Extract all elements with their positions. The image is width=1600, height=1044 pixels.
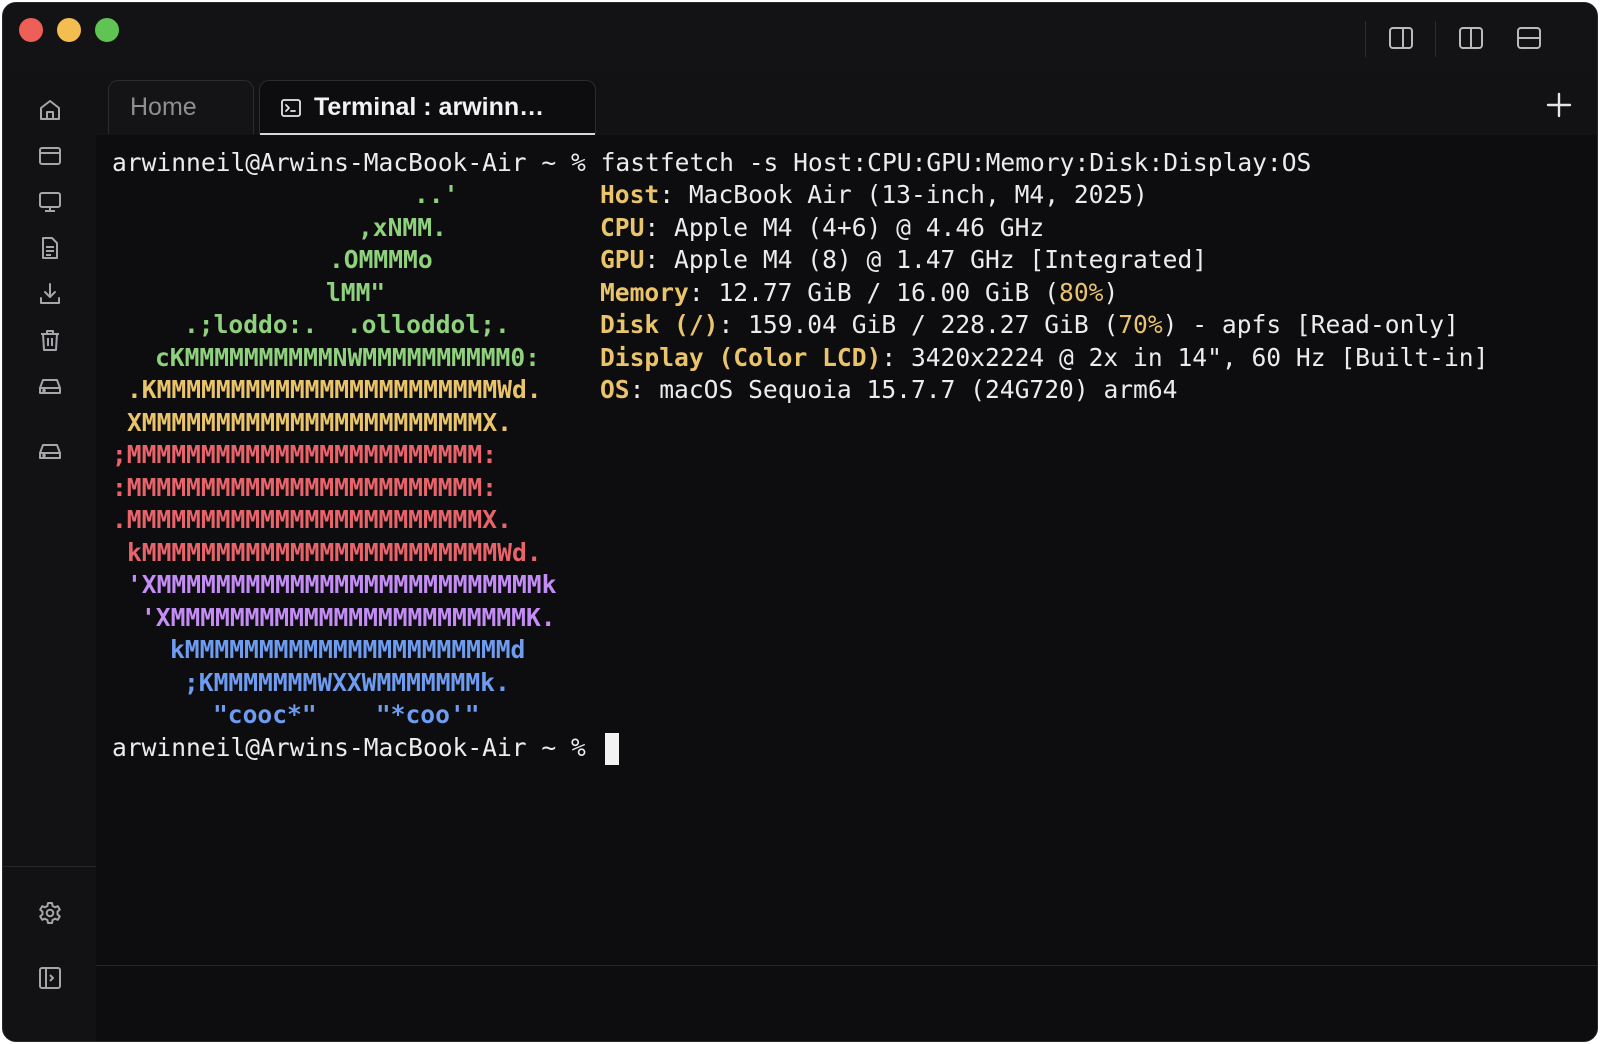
sidebar-right-button[interactable]	[1386, 23, 1416, 53]
prompt-line: arwinneil@Arwins-MacBook-Air ~ %	[112, 732, 619, 765]
info-value: ) - apfs [Read-only]	[1162, 310, 1459, 339]
tab-home[interactable]: Home	[108, 80, 254, 134]
window-icon	[39, 147, 61, 165]
sidebar-item-download[interactable]	[36, 280, 64, 308]
info-key: Host	[600, 180, 660, 209]
logo-line: XMMMMMMMMMMMMMMMMMMMMMMMX.	[127, 408, 512, 437]
terminal-footer	[96, 965, 1597, 1041]
logo-line: .;loddo:. .olloddol;.	[184, 310, 510, 339]
logo-line: ..'	[414, 180, 459, 209]
toolbar-divider	[1435, 21, 1436, 57]
info-key: OS	[600, 375, 630, 404]
download-icon	[40, 283, 60, 304]
sidebar-item-home[interactable]	[36, 96, 64, 124]
home-icon	[40, 100, 60, 120]
info-display: Display (Color LCD): 3420x2224 @ 2x in 1…	[600, 342, 1488, 375]
info-value: : 12.77 GiB / 16.00 GiB (	[688, 278, 1060, 307]
tab-terminal[interactable]: Terminal : arwinn…	[259, 80, 596, 135]
disk-percent: 70%	[1118, 310, 1163, 339]
info-host: Host: MacBook Air (13-inch, M4, 2025)	[600, 179, 1148, 212]
logo-line: .MMMMMMMMMMMMMMMMMMMMMMMMX.	[112, 505, 512, 534]
drive-icon	[39, 379, 61, 394]
app-window: Home Terminal : arwinn… arwinneil@Arwins…	[2, 2, 1598, 1042]
split-horizontal-icon	[1517, 27, 1541, 49]
monitor-icon	[39, 192, 61, 212]
logo-line: kMMMMMMMMMMMMMMMMMMMMMMd	[170, 635, 526, 664]
info-key: CPU	[600, 213, 645, 242]
info-value: : Apple M4 (8) @ 1.47 GHz [Integrated]	[644, 245, 1208, 274]
logo-line: "cooc*" "*coo'"	[213, 700, 480, 729]
info-value: : MacBook Air (13-inch, M4, 2025)	[659, 180, 1148, 209]
info-value: )	[1103, 278, 1119, 307]
info-value: : 3420x2224 @ 2x in 14", 60 Hz [Built-in…	[881, 343, 1489, 372]
command-line: arwinneil@Arwins-MacBook-Air ~ % fastfet…	[112, 147, 1311, 180]
sidebar-item-window[interactable]	[36, 142, 64, 170]
info-key: GPU	[600, 245, 645, 274]
info-key: Memory	[600, 278, 689, 307]
zoom-window-button[interactable]	[95, 18, 119, 42]
toolbar-divider	[1365, 21, 1366, 57]
info-memory: Memory: 12.77 GiB / 16.00 GiB (80%)	[600, 277, 1118, 310]
command-text: fastfetch -s Host:CPU:GPU:Memory:Disk:Di…	[600, 148, 1312, 177]
sidebar-item-drive[interactable]	[36, 372, 64, 400]
info-key: Disk (/)	[600, 310, 719, 339]
split-vertical-icon	[1459, 27, 1483, 49]
close-window-button[interactable]	[19, 18, 43, 42]
sidebar-toggle-icon	[39, 967, 61, 989]
prompt-text: arwinneil@Arwins-MacBook-Air ~ %	[112, 148, 601, 177]
document-icon	[42, 237, 58, 259]
tab-label: Terminal : arwinn…	[314, 93, 545, 121]
settings-button[interactable]	[36, 899, 64, 927]
info-disk: Disk (/): 159.04 GiB / 228.27 GiB (70%) …	[600, 309, 1459, 342]
logo-line: cKMMMMMMMMMMNWMMMMMMMMMM0:	[155, 343, 540, 372]
sidebar-divider	[3, 866, 96, 867]
sidebar-item-trash[interactable]	[36, 326, 64, 354]
sidebar-item-document[interactable]	[36, 234, 64, 262]
sidebar	[3, 73, 97, 1041]
logo-line: .OMMMMo	[329, 245, 433, 274]
tab-bar: Home Terminal : arwinn…	[96, 73, 1597, 136]
minimize-window-button[interactable]	[57, 18, 81, 42]
toggle-sidebar-button[interactable]	[36, 964, 64, 992]
title-bar	[3, 3, 1597, 74]
memory-percent: 80%	[1059, 278, 1104, 307]
logo-line: ;KMMMMMMMWXXWMMMMMMMk.	[184, 668, 510, 697]
text-cursor	[604, 733, 619, 765]
tab-label: Home	[130, 93, 197, 121]
logo-line: 'XMMMMMMMMMMMMMMMMMMMMMMMMK.	[141, 603, 556, 632]
info-value: : macOS Sequoia 15.7.7 (24G720) arm64	[629, 375, 1178, 404]
terminal-output[interactable]: arwinneil@Arwins-MacBook-Air ~ % fastfet…	[96, 135, 1597, 965]
info-key: Display (Color LCD)	[600, 343, 882, 372]
logo-line: .KMMMMMMMMMMMMMMMMMMMMMMMWd.	[127, 375, 542, 404]
trash-icon	[41, 330, 59, 351]
logo-line: kMMMMMMMMMMMMMMMMMMMMMMMMWd.	[127, 538, 542, 567]
info-value: : Apple M4 (4+6) @ 4.46 GHz	[644, 213, 1045, 242]
plus-icon[interactable]	[1545, 91, 1573, 119]
info-value: : 159.04 GiB / 228.27 GiB (	[718, 310, 1119, 339]
drive-icon	[39, 444, 61, 459]
info-cpu: CPU: Apple M4 (4+6) @ 4.46 GHz	[600, 212, 1044, 245]
info-gpu: GPU: Apple M4 (8) @ 1.47 GHz [Integrated…	[600, 244, 1207, 277]
logo-line: lMM"	[326, 278, 386, 307]
info-os: OS: macOS Sequoia 15.7.7 (24G720) arm64	[600, 374, 1177, 407]
logo-line: :MMMMMMMMMMMMMMMMMMMMMMMM:	[112, 473, 497, 502]
sidebar-right-icon	[1389, 27, 1413, 49]
logo-line: ,xNMM.	[358, 213, 447, 242]
split-vertical-button[interactable]	[1456, 23, 1486, 53]
sidebar-item-monitor[interactable]	[36, 188, 64, 216]
logo-line: ;MMMMMMMMMMMMMMMMMMMMMMMM:	[112, 440, 497, 469]
gear-icon	[39, 902, 61, 924]
prompt-text: arwinneil@Arwins-MacBook-Air ~ %	[112, 733, 601, 762]
split-horizontal-button[interactable]	[1514, 23, 1544, 53]
logo-line: 'XMMMMMMMMMMMMMMMMMMMMMMMMMMk	[127, 570, 557, 599]
terminal-icon	[281, 98, 301, 117]
sidebar-item-drive-2[interactable]	[36, 437, 64, 465]
